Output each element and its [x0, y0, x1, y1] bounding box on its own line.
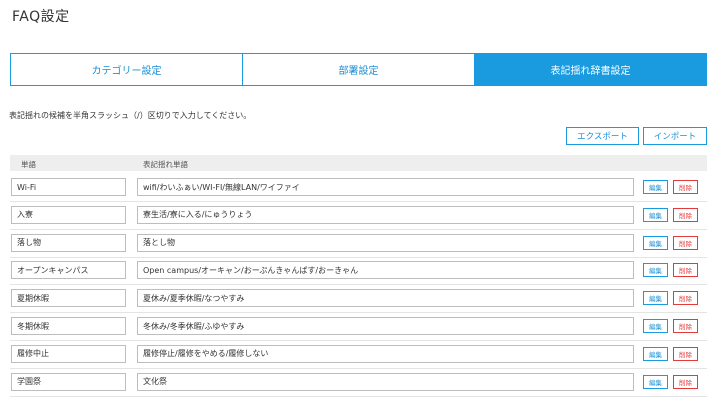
word-field[interactable]: 冬期休暇: [11, 317, 126, 335]
variants-field[interactable]: wifi/わいふぁい/WI-FI/無線LAN/ワイファイ: [137, 178, 634, 196]
delete-button[interactable]: 削除: [673, 291, 698, 306]
delete-button[interactable]: 削除: [673, 180, 698, 194]
export-button[interactable]: エクスポート: [566, 127, 639, 145]
table-header: 単語 表記揺れ単語: [10, 155, 707, 171]
variants-field[interactable]: 落とし物: [137, 233, 634, 252]
delete-button[interactable]: 削除: [673, 319, 698, 333]
edit-button[interactable]: 編集: [643, 207, 668, 222]
import-button[interactable]: インポート: [643, 127, 707, 145]
table-row: 冬期休暇 冬休み/冬季休暇/ふゆやすみ 編集 削除: [0, 314, 720, 341]
table-row: 夏期休暇 夏休み/夏季休暇/なつやすみ 編集 削除: [0, 286, 720, 314]
edit-button[interactable]: 編集: [643, 291, 668, 306]
column-header-word: 単語: [21, 160, 36, 169]
word-field[interactable]: 夏期休暇: [11, 289, 126, 308]
delete-button[interactable]: 削除: [673, 374, 698, 389]
variants-field[interactable]: 寮生活/寮に入る/にゅうりょう: [137, 205, 634, 224]
variants-field[interactable]: Open campus/オーキャン/おーぷんきゃんぱす/おーきゃん: [137, 261, 634, 280]
edit-button[interactable]: 編集: [643, 235, 668, 250]
table-row: 学園祭 文化祭 編集 削除: [0, 370, 720, 397]
word-field[interactable]: 落し物: [11, 233, 126, 252]
tab-variant-dictionary-settings[interactable]: 表記揺れ辞書設定: [475, 54, 706, 85]
table-row: オープンキャンパス Open campus/オーキャン/おーぷんきゃんぱす/おーき…: [0, 258, 720, 286]
tab-department-settings[interactable]: 部署設定: [243, 54, 475, 85]
word-field[interactable]: オープンキャンパス: [11, 261, 126, 280]
page-title: FAQ設定: [12, 9, 70, 25]
table-row: 入寮 寮生活/寮に入る/にゅうりょう 編集 削除: [0, 203, 720, 230]
tab-category-settings[interactable]: カテゴリー設定: [11, 54, 243, 85]
delete-button[interactable]: 削除: [673, 207, 698, 222]
delete-button[interactable]: 削除: [673, 346, 698, 361]
edit-button[interactable]: 編集: [643, 180, 668, 194]
word-field[interactable]: Wi-Fi: [11, 178, 126, 196]
edit-button[interactable]: 編集: [643, 263, 668, 278]
word-field[interactable]: 入寮: [11, 205, 126, 224]
table-row: 落し物 落とし物 編集 削除: [0, 231, 720, 258]
edit-button[interactable]: 編集: [643, 374, 668, 389]
edit-button[interactable]: 編集: [643, 346, 668, 361]
word-field[interactable]: 学園祭: [11, 372, 126, 391]
variants-field[interactable]: 夏休み/夏季休暇/なつやすみ: [137, 289, 634, 308]
delete-button[interactable]: 削除: [673, 263, 698, 278]
instruction-text: 表記揺れの候補を半角スラッシュ（/）区切りで入力してください。: [9, 111, 252, 120]
edit-button[interactable]: 編集: [643, 319, 668, 333]
word-field[interactable]: 履修中止: [11, 344, 126, 363]
table-row: 履修中止 履修停止/履修をやめる/履修しない 編集 削除: [0, 342, 720, 369]
table-row: Wi-Fi wifi/わいふぁい/WI-FI/無線LAN/ワイファイ 編集 削除: [0, 175, 720, 202]
column-header-variants: 表記揺れ単語: [143, 160, 188, 169]
variants-field[interactable]: 履修停止/履修をやめる/履修しない: [137, 344, 634, 363]
variants-field[interactable]: 文化祭: [137, 372, 634, 391]
settings-tabs: カテゴリー設定 部署設定 表記揺れ辞書設定: [10, 53, 707, 86]
delete-button[interactable]: 削除: [673, 235, 698, 250]
variants-field[interactable]: 冬休み/冬季休暇/ふゆやすみ: [137, 317, 634, 335]
